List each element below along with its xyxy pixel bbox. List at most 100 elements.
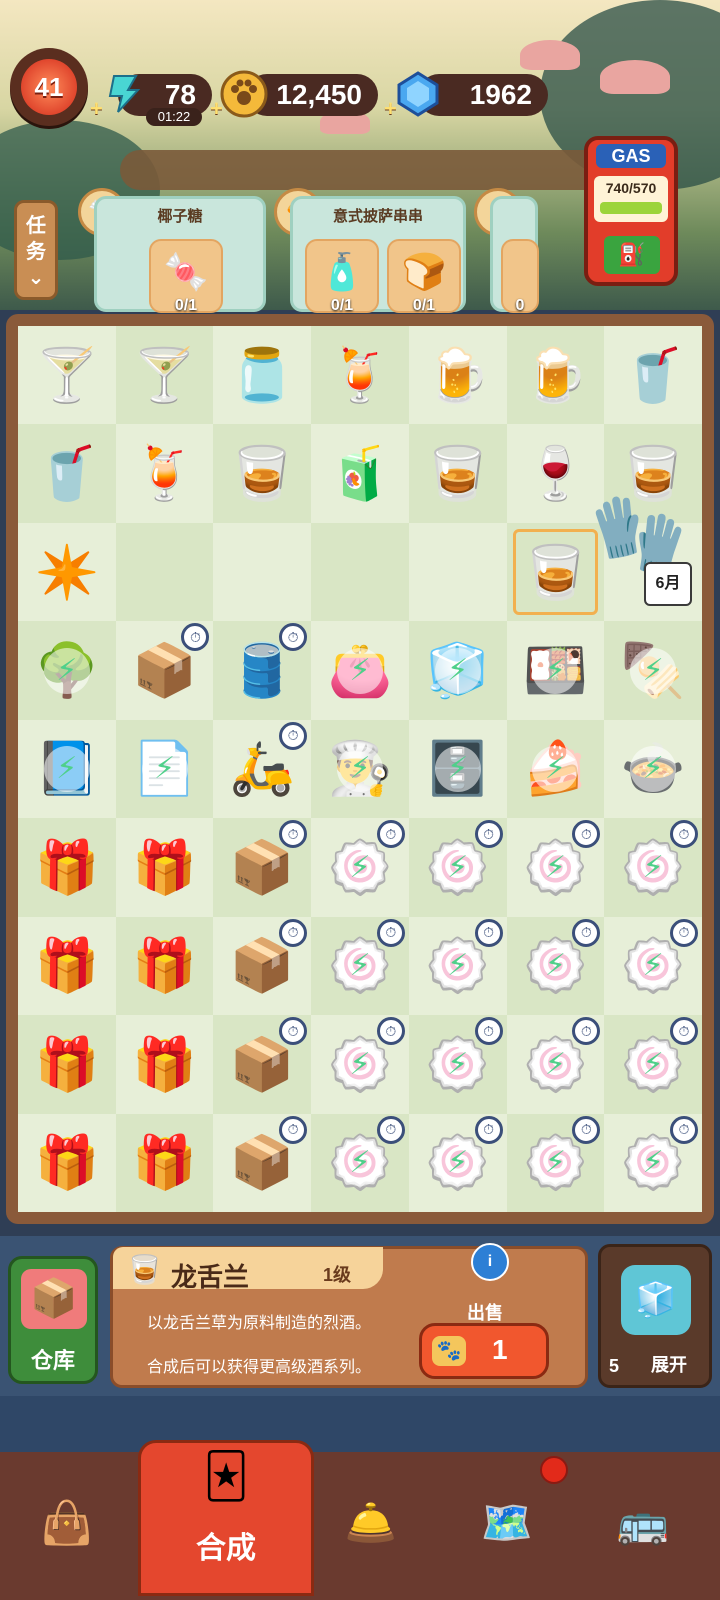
drone-package-item[interactable]: 📦 ⏱ <box>213 917 311 1015</box>
item-desc-line2: 合成后可以获得更高级酒系列。 <box>147 1359 372 1376</box>
jam-jar-item[interactable]: 🫙 <box>213 326 311 424</box>
expand-count: 5 <box>609 1356 620 1376</box>
purse-generator[interactable]: 👛⚡ <box>311 621 409 719</box>
locked-roll-item[interactable]: 🍥⚡⏱ <box>604 1015 702 1114</box>
player-level-badge[interactable]: 41 <box>10 48 88 126</box>
locked-roll-item[interactable]: 🍥⚡⏱ <box>507 1015 605 1113</box>
star-item[interactable]: ✴️ <box>18 523 116 621</box>
locked-roll-item[interactable]: 🍥⚡⏱ <box>311 818 409 916</box>
sell-button[interactable]: 🐾 1 <box>419 1323 549 1379</box>
tab-merge[interactable]: 🃏 合成 <box>138 1440 314 1596</box>
sell-value: 1 <box>492 1334 508 1365</box>
locked-roll-item[interactable]: 🍥⚡⏱ <box>311 1015 409 1113</box>
fuel-can-icon[interactable]: ⛽ <box>604 236 660 274</box>
locked-roll-item[interactable]: 🍥⚡⏱ <box>409 1114 507 1212</box>
notebook-generator[interactable]: 📘⚡ <box>18 720 116 818</box>
order-count: 0/1 <box>174 297 198 314</box>
warehouse-button[interactable]: 📦 仓库 <box>8 1256 98 1384</box>
mug-cocktail-item[interactable]: 🍺 <box>409 326 507 424</box>
locked-roll-item[interactable]: 🍥⚡⏱ <box>506 916 605 1016</box>
gas-meter <box>600 202 662 214</box>
lightning-icon: ⚡ <box>434 647 481 694</box>
gas-label: GAS <box>596 144 666 168</box>
chef-hat-generator[interactable]: 👨‍🍳⚡ <box>311 719 409 819</box>
drone-package-item[interactable]: 📦 ⏱ <box>213 1114 311 1212</box>
locked-roll-item[interactable]: 🍥⚡⏱ <box>408 1015 507 1114</box>
energy-timer: 01:22 <box>146 108 202 126</box>
locked-roll-item[interactable]: 🍥⚡⏱ <box>604 1114 702 1212</box>
hand-truck-generator[interactable]: 📦 ⏱ <box>116 621 214 719</box>
item-desc-line1: 以龙舌兰草为原料制造的烈酒。 <box>147 1315 372 1332</box>
tequila-icon: 🥃 <box>127 1254 162 1285</box>
order-count: 0 <box>515 297 525 314</box>
timer-icon: ⏱ <box>376 1115 405 1144</box>
task-tab[interactable]: 任务 ⌄ <box>14 200 58 300</box>
gift-crate-item[interactable]: 🎁 <box>115 916 214 1016</box>
info-icon[interactable]: i <box>471 1243 509 1281</box>
sunrise-cocktail-item[interactable]: 🍹 <box>311 326 409 425</box>
lime-drink-item[interactable]: 🧃 <box>311 424 409 522</box>
timer-icon: ⏱ <box>376 918 405 947</box>
coin-value: 12,450 <box>276 79 362 110</box>
locked-roll-item[interactable]: 🍥⚡⏱ <box>604 818 702 917</box>
lightning-icon: ⚡ <box>434 942 481 989</box>
item-level: 1级 <box>323 1265 352 1285</box>
whisky-glass-item[interactable]: 🥃 <box>408 424 507 523</box>
lemon-tea-item[interactable]: 🥃 <box>213 424 312 523</box>
barrel-generator[interactable]: 🛢️ ⏱ <box>213 621 312 720</box>
empty-cell[interactable] <box>213 523 311 621</box>
empty-cell[interactable] <box>115 522 214 622</box>
locked-roll-item[interactable]: 🍥⚡⏱ <box>311 916 409 1016</box>
orange-drink-item[interactable]: 🍹 <box>116 424 214 522</box>
lightning-icon: ⚡ <box>141 745 188 792</box>
locked-roll-item[interactable]: 🍥⚡⏱ <box>408 818 507 917</box>
expand-button[interactable]: 🧊 5 展开 <box>598 1244 712 1388</box>
cocktail-blue-item[interactable]: 🍸 <box>18 326 116 424</box>
locker-generator[interactable]: 🗄️⚡ <box>409 720 507 818</box>
paw-coin-icon: 🐾 <box>432 1336 466 1366</box>
lightning-icon: ⚡ <box>336 942 383 989</box>
martini-item[interactable]: 🍸 <box>115 326 214 425</box>
bus-icon[interactable]: 🚌 <box>598 1478 688 1568</box>
order-card-2[interactable]: 意式披萨串串 🧴 0/1 🍞 0/1 <box>290 196 466 314</box>
merge-grid: 🍸 🍸 🫙 🍹 🍺 🍺 🥤 🥤 🍹 🥃 🧃 🥃 🍷 🥃 ✴️ 🥃 🌳⚡ 📦⏱ 🛢… <box>18 326 702 1212</box>
gift-crate-item[interactable]: 🎁 <box>18 1114 116 1212</box>
drone-package-item[interactable]: 📦 ⏱ <box>213 818 312 917</box>
beer-glass-item[interactable]: 🍺 <box>506 326 605 425</box>
fridge-generator[interactable]: 🧊⚡ <box>408 621 507 720</box>
order-card-3[interactable]: 0 <box>490 196 539 314</box>
candy-icon: 🍬 <box>163 251 209 292</box>
locked-roll-item[interactable]: 🍥⚡⏱ <box>507 818 605 916</box>
order-slot: 🍬 0/1 <box>149 239 223 314</box>
locked-roll-item[interactable]: 🍥⚡⏱ <box>506 1113 605 1212</box>
paper-stack-generator[interactable]: 📄⚡ <box>115 719 214 819</box>
timer-icon: ⏱ <box>181 623 210 652</box>
locked-roll-item[interactable]: 🍥⚡⏱ <box>604 917 702 1015</box>
cola-item[interactable]: 🥤 <box>18 424 116 523</box>
empty-cell[interactable] <box>409 523 507 621</box>
plus-icon: + <box>384 96 397 121</box>
drone-package-item[interactable]: 📦 ⏱ <box>213 1015 312 1114</box>
empty-cell[interactable] <box>311 522 409 622</box>
locked-roll-item[interactable]: 🍥⚡⏱ <box>409 917 507 1015</box>
map-icon[interactable]: 🗺️ <box>462 1478 552 1568</box>
gift-crate-item[interactable]: 🎁 <box>116 1015 214 1113</box>
food-cart-generator[interactable]: 🍱⚡ <box>507 621 605 719</box>
gift-crate-item[interactable]: 🎁 <box>116 818 214 916</box>
tree-generator[interactable]: 🌳⚡ <box>18 621 116 720</box>
energy-value: 78 <box>164 79 196 110</box>
gift-crate-item[interactable]: 🎁 <box>18 818 116 917</box>
order-card-1[interactable]: 椰子糖 🍬 0/1 <box>94 196 266 314</box>
steamer-generator[interactable]: 🍲⚡ <box>604 720 702 818</box>
gift-crate-item[interactable]: 🎁 <box>18 1015 116 1114</box>
service-bell-icon[interactable]: 🛎️ <box>326 1478 416 1568</box>
display-case-generator[interactable]: 🍰⚡ <box>506 719 605 819</box>
berry-drink-item[interactable]: 🥤 <box>604 326 702 424</box>
scooter-generator[interactable]: 🛵 ⏱ <box>213 720 311 818</box>
locked-roll-item[interactable]: 🍥⚡⏱ <box>311 1113 409 1212</box>
skewer-cart-generator[interactable]: 🍢⚡ <box>604 621 702 720</box>
gift-crate-item[interactable]: 🎁 <box>18 917 116 1015</box>
gift-crate-item[interactable]: 🎁 <box>115 1113 214 1212</box>
gas-pump[interactable]: GAS 740/570 ⛽ <box>584 136 678 286</box>
shopping-bag-icon[interactable]: 👜 <box>22 1478 112 1568</box>
